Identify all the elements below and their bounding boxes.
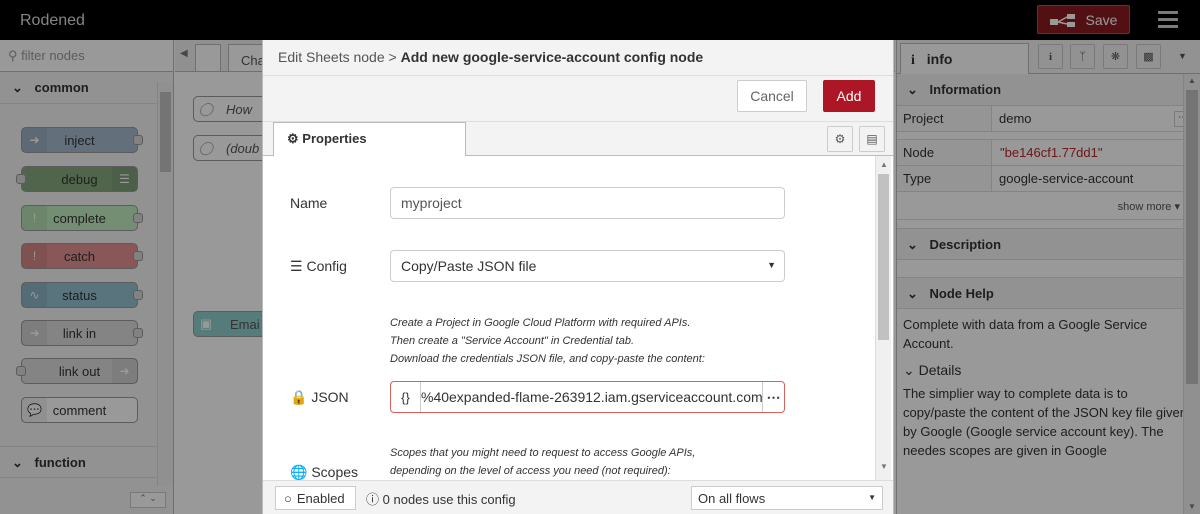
json-type-icon: {} [391, 382, 421, 412]
name-label: Name [290, 195, 328, 211]
flows-value: On all flows [698, 491, 766, 506]
breadcrumb-current: Add new google-service-account config no… [400, 49, 704, 65]
add-button[interactable]: Add [823, 80, 875, 112]
scroll-up-icon[interactable]: ▲ [880, 160, 888, 169]
hint-line: Create a Project in Google Cloud Platfor… [390, 317, 691, 329]
tab-properties[interactable]: ⚙ Properties [273, 122, 466, 156]
config-select[interactable]: Copy/Paste JSON file ▼ [390, 250, 785, 282]
cancel-button[interactable]: Cancel [737, 80, 807, 112]
usage-text: 0 nodes use this config [382, 492, 516, 507]
hint-line: Scopes that you might need to request to… [390, 447, 696, 459]
scopes-label: 🌐 Scopes [290, 464, 358, 480]
name-value: myproject [401, 195, 462, 211]
lock-icon: 🔒 [290, 389, 308, 405]
json-label: 🔒 JSON [290, 389, 349, 406]
config-label-text: Config [306, 258, 347, 274]
description-tab-icon[interactable]: ▤ [859, 126, 885, 152]
tray-footer: ○ Enabled ⓘ 0 nodes use this config On a… [263, 480, 893, 514]
edit-tray: Edit Sheets node > Add new google-servic… [262, 40, 894, 514]
config-label: ☰ Config [290, 258, 347, 275]
gear-icon: ⚙ [287, 131, 299, 146]
config-usage: ⓘ 0 nodes use this config [366, 489, 516, 508]
hint-line: Then create a "Service Account" in Crede… [390, 335, 635, 347]
circle-icon: ○ [284, 490, 292, 506]
info-icon: ⓘ [366, 492, 380, 507]
tray-scrollbar[interactable]: ▲ ▼ [875, 156, 891, 480]
tray-body: Name myproject ☰ Config Copy/Paste JSON … [263, 156, 893, 480]
caret-down-icon: ▼ [767, 260, 776, 270]
json-hint: Create a Project in Google Cloud Platfor… [390, 314, 705, 368]
globe-icon: 🌐 [290, 464, 308, 480]
scroll-down-icon[interactable]: ▼ [880, 462, 888, 471]
json-input[interactable]: {} %40expanded-flame-263912.iam.gservice… [390, 381, 785, 413]
tray-toolbar: Cancel Add [263, 76, 893, 122]
tray-tabs: ⚙ Properties ⚙ ▤ [263, 122, 893, 156]
json-value: %40expanded-flame-263912.iam.gserviceacc… [421, 389, 762, 405]
hint-line: depending on the level of access you nee… [390, 465, 671, 477]
enabled-label: Enabled [296, 490, 345, 506]
expand-editor-button[interactable]: ⋯ [762, 382, 784, 412]
scopes-label-text: Scopes [311, 464, 359, 480]
breadcrumb-parent[interactable]: Edit Sheets node [278, 49, 385, 65]
scrollbar-thumb[interactable] [878, 174, 889, 340]
json-label-text: JSON [311, 389, 349, 405]
hint-line: Download the credentials JSON file, and … [390, 353, 705, 365]
scopes-hint: Scopes that you might need to request to… [390, 444, 695, 480]
config-value: Copy/Paste JSON file [401, 258, 537, 274]
breadcrumb-separator: > [388, 49, 397, 65]
tray-breadcrumb: Edit Sheets node > Add new google-servic… [263, 40, 893, 76]
list-icon: ☰ [290, 258, 303, 274]
name-input[interactable]: myproject [390, 187, 785, 219]
caret-down-icon: ▼ [868, 493, 876, 502]
tab-properties-label: Properties [302, 131, 367, 146]
flows-scope-select[interactable]: On all flows ▼ [691, 486, 883, 510]
settings-tab-icon[interactable]: ⚙ [827, 126, 853, 152]
enabled-toggle[interactable]: ○ Enabled [275, 486, 356, 510]
